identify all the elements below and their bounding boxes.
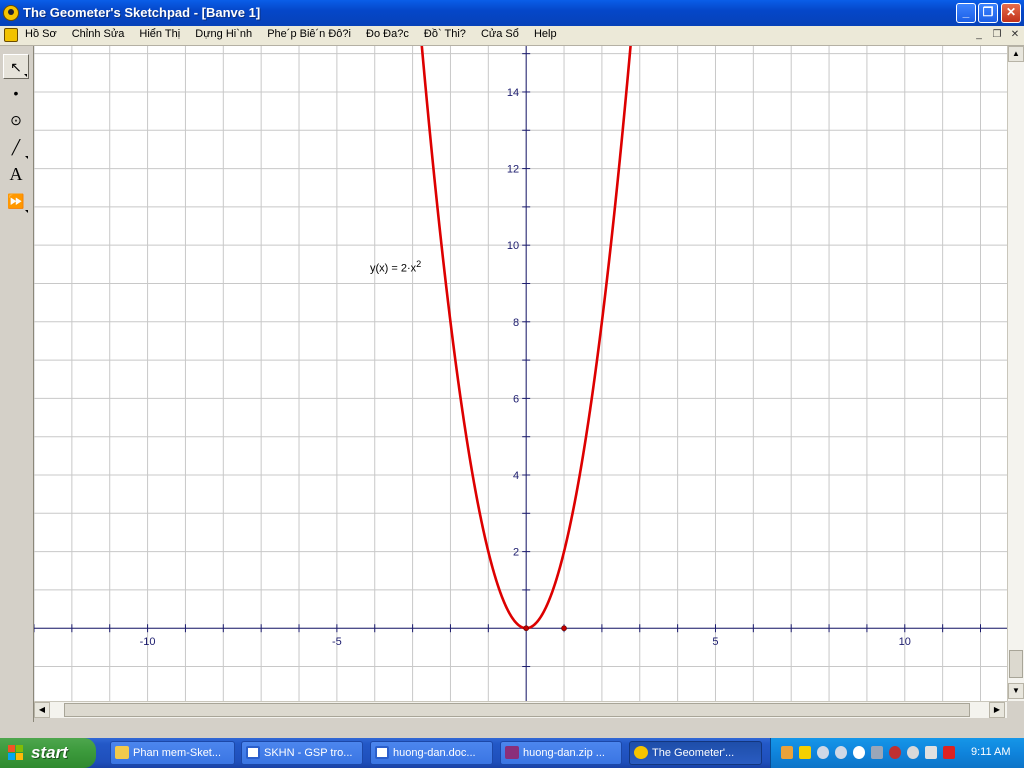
menu-bar: Hồ Sơ Chỉnh Sửa Hiển Thị Dựng Hi`nh Phe´…	[0, 26, 1024, 46]
text-tool[interactable]: A	[3, 162, 29, 187]
task-sketchpad[interactable]: The Geometer'...	[629, 741, 762, 765]
scroll-right-button[interactable]: ▶	[989, 702, 1005, 718]
start-label: start	[31, 743, 68, 762]
word-icon	[246, 746, 260, 759]
y-tick-label: 8	[513, 317, 519, 329]
start-button[interactable]: start	[0, 738, 96, 768]
x-tick-label: -10	[140, 636, 156, 648]
y-tick-label: 2	[513, 547, 519, 559]
sketchpad-icon	[634, 746, 648, 759]
tray-security-icon[interactable]	[889, 746, 901, 759]
folder-icon	[115, 746, 129, 759]
windows-logo-icon	[8, 745, 25, 761]
vertical-scroll-thumb[interactable]	[1009, 650, 1023, 678]
menu-transform[interactable]: Phe´p Biê´n Đô?i	[267, 28, 351, 40]
custom-tool-icon: ⏩	[7, 193, 25, 209]
doc-close-button[interactable]: ✕	[1008, 29, 1022, 42]
compass-icon: ⊙	[10, 112, 22, 128]
y-tick-label: 4	[513, 470, 519, 482]
arrow-icon: ↖	[10, 59, 22, 75]
tray-settings-icon[interactable]	[907, 746, 919, 759]
point-icon: •	[13, 85, 19, 101]
function-label-exponent: 2	[416, 259, 422, 269]
point-tool[interactable]: •	[3, 81, 29, 106]
close-button[interactable]: ✕	[1001, 3, 1021, 23]
straightedge-tool[interactable]: ╱	[3, 135, 29, 160]
document-icon[interactable]	[4, 28, 18, 42]
x-tick-label: 5	[712, 636, 718, 648]
restore-button[interactable]: ❐	[978, 3, 998, 23]
point-marker	[523, 625, 529, 632]
task-label: huong-dan.zip ...	[523, 747, 605, 759]
menu-file[interactable]: Hồ Sơ	[25, 28, 57, 40]
vertical-scrollbar[interactable]: ▲ ▼	[1007, 46, 1024, 701]
word-icon	[375, 746, 389, 759]
tray-download-icon[interactable]	[853, 746, 865, 759]
point-marker	[561, 625, 567, 632]
menu-construct[interactable]: Dựng Hi`nh	[195, 28, 252, 40]
graph-plot[interactable]: -10 -5 5 10 2 4 6 8 10 12 14	[34, 46, 1007, 701]
scroll-left-button[interactable]: ◀	[34, 702, 50, 718]
function-label[interactable]: y(x) = 2·x2	[370, 259, 421, 275]
horizontal-scroll-thumb[interactable]	[64, 703, 970, 717]
task-label: Phan mem-Sket...	[133, 747, 222, 759]
horizontal-scrollbar[interactable]: ◀ ▶	[34, 701, 1007, 718]
scroll-corner	[1007, 701, 1024, 718]
winrar-icon	[505, 746, 519, 759]
volume-icon[interactable]	[925, 746, 937, 759]
x-tick-label: -5	[332, 636, 342, 648]
tray-unikey-icon[interactable]	[799, 746, 811, 759]
arrow-tool[interactable]: ↖	[3, 54, 29, 79]
task-word-skhn[interactable]: SKHN - GSP tro...	[241, 741, 363, 765]
title-bar: The Geometer's Sketchpad - [Banve 1] _ ❐…	[0, 0, 1024, 26]
y-tick-label: 6	[513, 393, 519, 405]
y-tick-label: 14	[507, 87, 519, 99]
menu-window[interactable]: Cửa Sổ	[481, 28, 519, 40]
task-label: SKHN - GSP tro...	[264, 747, 353, 759]
taskbar: start Phan mem-Sket... SKHN - GSP tro...…	[0, 738, 1024, 768]
x-tick-label: 10	[899, 636, 911, 648]
task-folder-phan-mem[interactable]: Phan mem-Sket...	[110, 741, 235, 765]
text-icon: A	[9, 164, 23, 184]
task-word-huong-dan[interactable]: huong-dan.doc...	[370, 741, 493, 765]
window-title: The Geometer's Sketchpad - [Banve 1]	[23, 5, 261, 20]
sketch-canvas[interactable]: -10 -5 5 10 2 4 6 8 10 12 14 y(x) = 2·x2	[34, 46, 1007, 701]
task-winrar-huong-dan[interactable]: huong-dan.zip ...	[500, 741, 622, 765]
straightedge-icon: ╱	[11, 139, 21, 155]
task-label: huong-dan.doc...	[393, 747, 476, 759]
toolbox: ↖ • ⊙ ╱ A ⏩	[0, 46, 34, 722]
menu-graph[interactable]: Đồ` Thi?	[424, 28, 466, 40]
tray-media-icon[interactable]	[835, 746, 847, 759]
sketchpad-app-icon[interactable]	[3, 5, 19, 21]
minimize-button[interactable]: _	[956, 3, 976, 23]
y-tick-label: 12	[507, 164, 519, 176]
function-label-text: y(x) = 2·x	[370, 262, 417, 275]
doc-minimize-button[interactable]: _	[972, 29, 986, 42]
system-tray: 9:11 AM	[770, 738, 1024, 768]
tray-grid-icon[interactable]	[781, 746, 793, 759]
compass-tool[interactable]: ⊙	[3, 108, 29, 133]
y-tick-label: 10	[507, 240, 519, 252]
menu-help[interactable]: Help	[534, 28, 557, 40]
scroll-up-button[interactable]: ▲	[1008, 46, 1024, 62]
scroll-down-button[interactable]: ▼	[1008, 683, 1024, 699]
menu-measure[interactable]: Đo Đa?c	[366, 28, 409, 40]
doc-restore-button[interactable]: ❐	[990, 29, 1004, 42]
tray-check-icon[interactable]	[943, 746, 955, 759]
menu-edit[interactable]: Chỉnh Sửa	[72, 28, 125, 40]
clock: 9:11 AM	[971, 746, 1011, 758]
tray-network-icon[interactable]	[871, 746, 883, 759]
menu-display[interactable]: Hiển Thị	[139, 28, 180, 40]
tray-disc-icon[interactable]	[817, 746, 829, 759]
task-label: The Geometer'...	[652, 747, 735, 759]
custom-tool[interactable]: ⏩	[3, 189, 29, 214]
